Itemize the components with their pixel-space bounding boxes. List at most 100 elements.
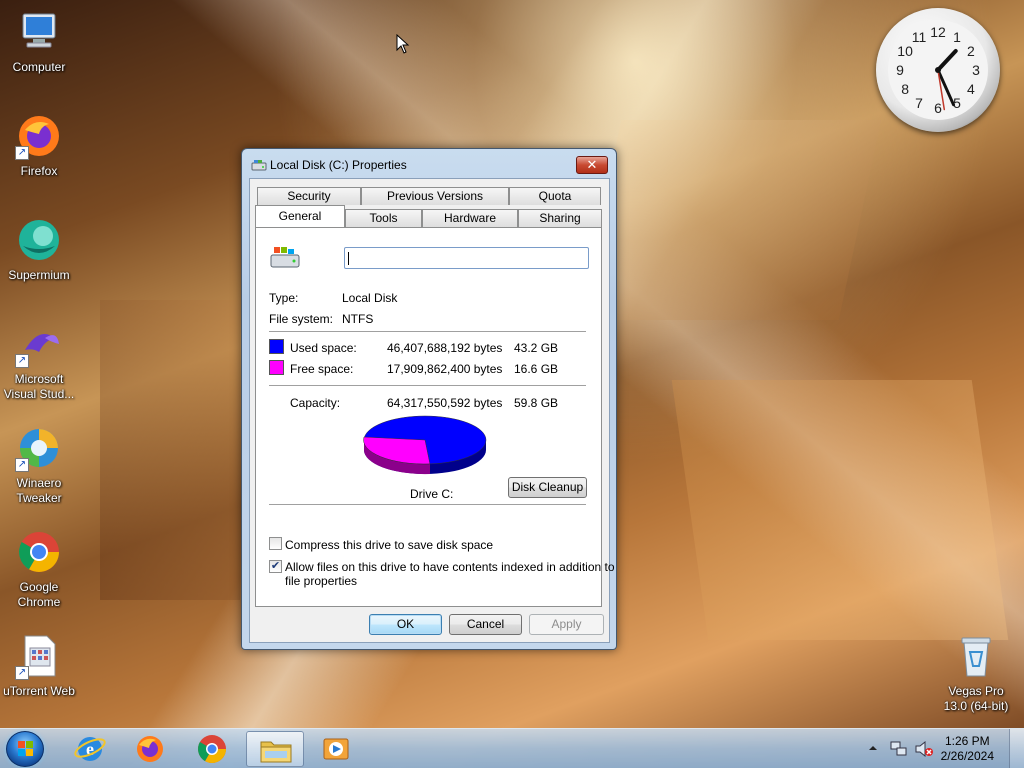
clock-numeral: 1	[953, 29, 961, 45]
recycle-bin-icon	[952, 632, 1000, 680]
utorrent-web-icon: ↗	[15, 632, 63, 680]
desktop-icon-label: Microsoft Visual Stud...	[3, 372, 75, 401]
drive-label: Drive C:	[410, 487, 454, 501]
used-space-gb: 43.2 GB	[514, 341, 559, 355]
desktop-icon-winaero-tweaker[interactable]: ↗ Winaero Tweaker	[0, 424, 78, 506]
index-checkbox[interactable]: ✔	[269, 560, 282, 573]
taskbar-firefox[interactable]	[124, 731, 176, 767]
desktop-icon-label: Firefox	[20, 164, 58, 178]
clock-gadget[interactable]: 12 1 2 3 4 5 6 7 8 9 10 11	[876, 8, 1000, 132]
apply-button[interactable]: Apply	[529, 614, 604, 635]
desktop-icon-supermium[interactable]: Supermium	[0, 216, 78, 283]
windows-logo-icon	[18, 741, 33, 756]
disk-usage-pie-chart	[363, 415, 487, 475]
shortcut-arrow-icon: ↗	[15, 666, 29, 680]
computer-icon	[15, 8, 63, 56]
tab-hardware[interactable]: Hardware	[422, 209, 518, 227]
file-explorer-icon	[260, 741, 292, 763]
tab-security[interactable]: Security	[257, 187, 361, 205]
file-system-label: File system:	[269, 312, 334, 326]
desktop-icon-label: uTorrent Web	[3, 684, 75, 698]
dialog-title: Local Disk (C:) Properties	[270, 158, 407, 172]
dialog-titlebar[interactable]: Local Disk (C:) Properties ✕	[242, 149, 616, 179]
capacity-bytes: 64,317,550,592 bytes	[387, 396, 503, 410]
network-icon[interactable]	[890, 740, 908, 758]
taskbar-file-explorer[interactable]	[246, 731, 304, 767]
desktop-icon-firefox[interactable]: ↗ Firefox	[0, 112, 78, 179]
clock-numeral: 9	[896, 62, 904, 78]
desktop-icon-vegas-pro[interactable]: Vegas Pro 13.0 (64-bit)	[936, 632, 1016, 714]
clock-numeral: 3	[972, 62, 980, 78]
clock-numeral: 6	[934, 100, 942, 116]
free-space-label: Free space:	[290, 362, 354, 376]
tab-previous-versions[interactable]: Previous Versions	[361, 187, 509, 205]
index-label-line2: file properties	[285, 574, 358, 588]
internet-explorer-icon: e	[74, 737, 106, 761]
volume-muted-icon[interactable]	[914, 740, 934, 758]
shortcut-arrow-icon: ↗	[15, 354, 29, 368]
tab-tools[interactable]: Tools	[345, 209, 422, 227]
firefox-icon	[137, 736, 163, 762]
free-space-swatch	[269, 360, 284, 375]
used-space-label: Used space:	[290, 341, 357, 355]
tab-general[interactable]: General	[255, 205, 345, 227]
volume-label-input[interactable]	[344, 247, 589, 269]
general-panel: Type: Local Disk File system: NTFS Used …	[255, 227, 615, 607]
start-button[interactable]	[6, 731, 44, 767]
hard-drive-icon	[270, 247, 300, 268]
desktop-icon-google-chrome[interactable]: Google Chrome	[0, 528, 78, 610]
ok-button[interactable]: OK	[369, 614, 442, 635]
desktop-icon-computer[interactable]: Computer	[0, 8, 78, 75]
separator	[269, 504, 586, 505]
free-space-bytes: 17,909,862,400 bytes	[387, 362, 503, 376]
separator	[269, 385, 586, 386]
file-system-value: NTFS	[342, 312, 374, 326]
media-player-icon	[323, 738, 349, 760]
desktop-icon-utorrent-web[interactable]: ↗ uTorrent Web	[0, 632, 78, 699]
capacity-gb: 59.8 GB	[514, 396, 559, 410]
used-space-swatch	[269, 339, 284, 354]
type-label: Type:	[269, 291, 299, 305]
shortcut-arrow-icon: ↗	[15, 458, 29, 472]
clock-numeral: 7	[915, 95, 923, 111]
tray-time: 1:26 PM	[944, 734, 990, 748]
close-button[interactable]: ✕	[576, 156, 608, 174]
free-space-gb: 16.6 GB	[514, 362, 559, 376]
clock-numeral: 4	[967, 81, 975, 97]
compress-label: Compress this drive to save disk space	[285, 538, 494, 552]
tray-clock[interactable]: 1:26 PM 2/26/2024	[941, 734, 994, 764]
taskbar-internet-explorer[interactable]: e	[64, 731, 116, 767]
wallpaper-facet	[578, 120, 882, 320]
firefox-icon: ↗	[15, 112, 63, 160]
clock-numeral: 8	[901, 81, 909, 97]
desktop-icon-visual-studio[interactable]: ↗ Microsoft Visual Stud...	[0, 320, 78, 402]
desktop-icon-label: Computer	[12, 60, 66, 74]
index-label-line1: Allow files on this drive to have conten…	[285, 560, 615, 574]
clock-numeral: 12	[930, 24, 946, 40]
chrome-icon	[198, 735, 226, 763]
disk-properties-dialog[interactable]: Local Disk (C:) Properties ✕ Security Pr…	[241, 148, 617, 650]
desktop-icon-label: Google Chrome	[17, 580, 61, 609]
compress-checkbox[interactable]	[269, 537, 282, 550]
shortcut-arrow-icon: ↗	[15, 146, 29, 160]
visual-studio-icon: ↗	[15, 320, 63, 368]
disk-cleanup-button[interactable]: Disk Cleanup	[508, 477, 587, 498]
wallpaper-facet	[100, 300, 240, 600]
taskbar-chrome[interactable]	[186, 731, 238, 767]
show-desktop-button[interactable]	[1009, 729, 1024, 768]
taskbar-media-player[interactable]	[310, 731, 362, 767]
tab-sharing[interactable]: Sharing	[518, 209, 602, 227]
mouse-pointer-icon	[396, 34, 410, 54]
drive-icon	[251, 160, 267, 171]
type-value: Local Disk	[342, 291, 398, 305]
clock-face: 12 1234567891011	[888, 20, 988, 120]
taskbar: e 1:26 PM 2/26/2024	[0, 728, 1024, 768]
clock-center-pin	[935, 67, 941, 73]
clock-numeral: 2	[967, 43, 975, 59]
show-hidden-icons-icon[interactable]	[868, 743, 878, 753]
tab-quota[interactable]: Quota	[509, 187, 601, 205]
chrome-icon	[15, 528, 63, 576]
separator	[269, 331, 586, 332]
cancel-button[interactable]: Cancel	[449, 614, 522, 635]
winaero-tweaker-icon: ↗	[15, 424, 63, 472]
